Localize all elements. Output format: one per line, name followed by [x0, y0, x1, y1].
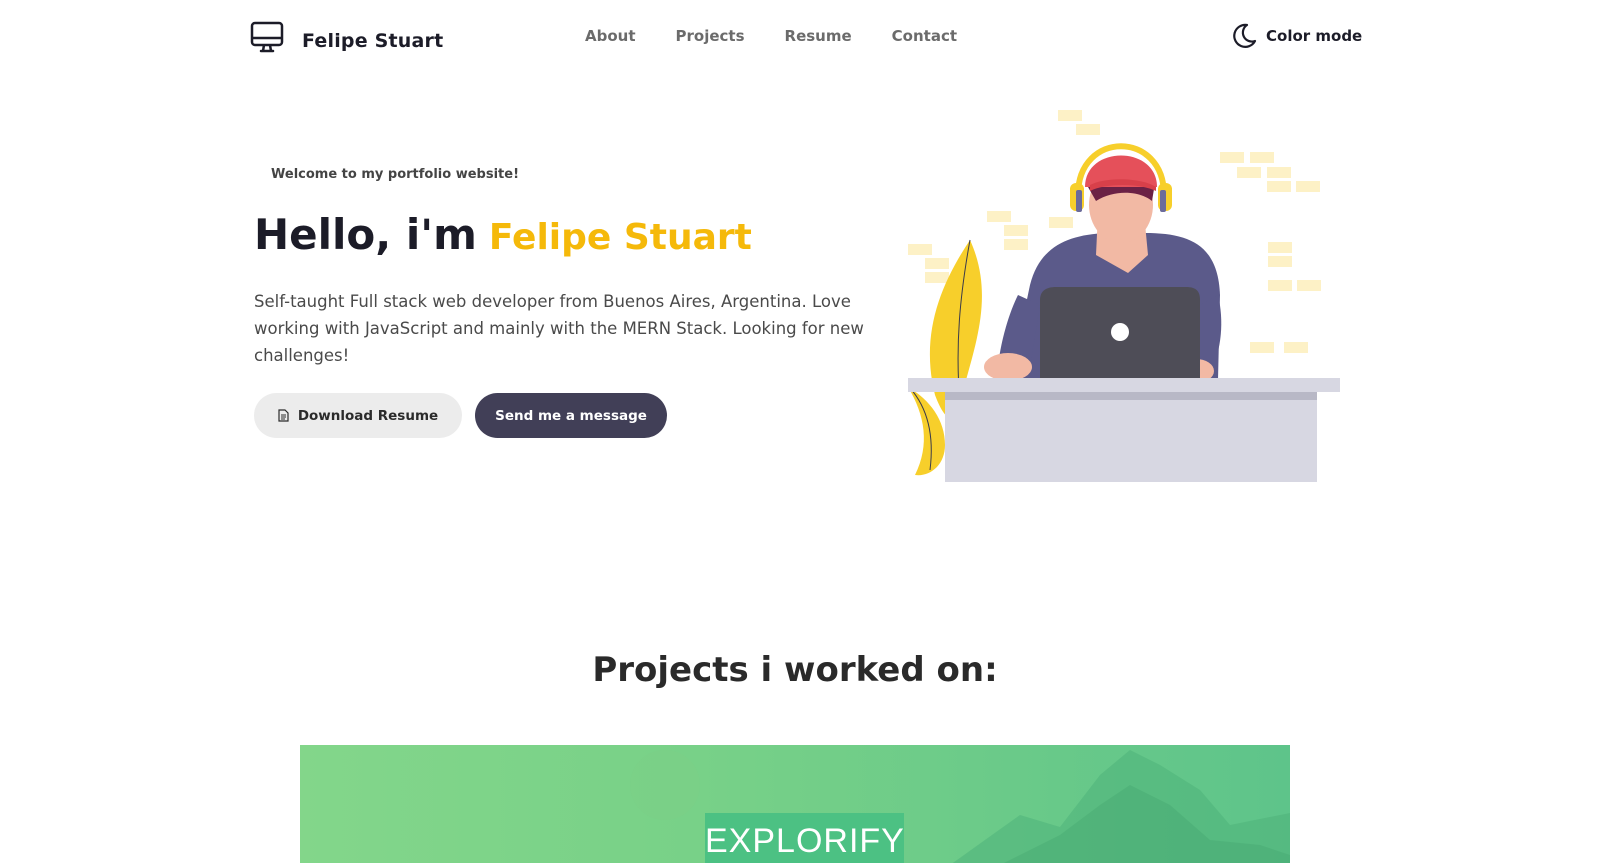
welcome-text: Welcome to my portfolio website!	[271, 167, 519, 182]
project-label[interactable]: EXPLORIFY	[705, 813, 904, 863]
document-icon	[278, 409, 289, 422]
nav-resume[interactable]: Resume	[785, 27, 852, 45]
hero-greeting: Hello, i'm	[254, 210, 477, 259]
download-resume-button[interactable]: Download Resume	[254, 393, 462, 438]
send-message-label: Send me a message	[495, 407, 647, 424]
send-message-button[interactable]: Send me a message	[475, 393, 667, 438]
hero-name: Felipe Stuart	[488, 217, 752, 258]
nav-contact[interactable]: Contact	[892, 27, 957, 45]
moon-icon	[1230, 22, 1258, 50]
download-resume-label: Download Resume	[297, 407, 439, 424]
color-mode-toggle[interactable]: Color mode	[1230, 22, 1362, 50]
project-card-explorify[interactable]: EXPLORIFY	[300, 745, 1290, 863]
developer-illustration	[900, 105, 1350, 495]
nav-projects[interactable]: Projects	[676, 27, 745, 45]
site-header: Felipe Stuart About Projects Resume Cont…	[0, 0, 1605, 80]
hero-title: Hello, i'm Felipe Stuart	[254, 210, 752, 259]
brand-link[interactable]: Felipe Stuart	[250, 20, 443, 54]
color-mode-label: Color mode	[1266, 27, 1363, 45]
main-nav: About Projects Resume Contact	[585, 27, 997, 45]
brand-name: Felipe Stuart	[302, 30, 444, 52]
hero-description: Self-taught Full stack web developer fro…	[254, 292, 864, 365]
projects-title: Projects i worked on:	[592, 650, 998, 690]
nav-about[interactable]: About	[585, 27, 636, 45]
monitor-icon	[250, 20, 284, 54]
